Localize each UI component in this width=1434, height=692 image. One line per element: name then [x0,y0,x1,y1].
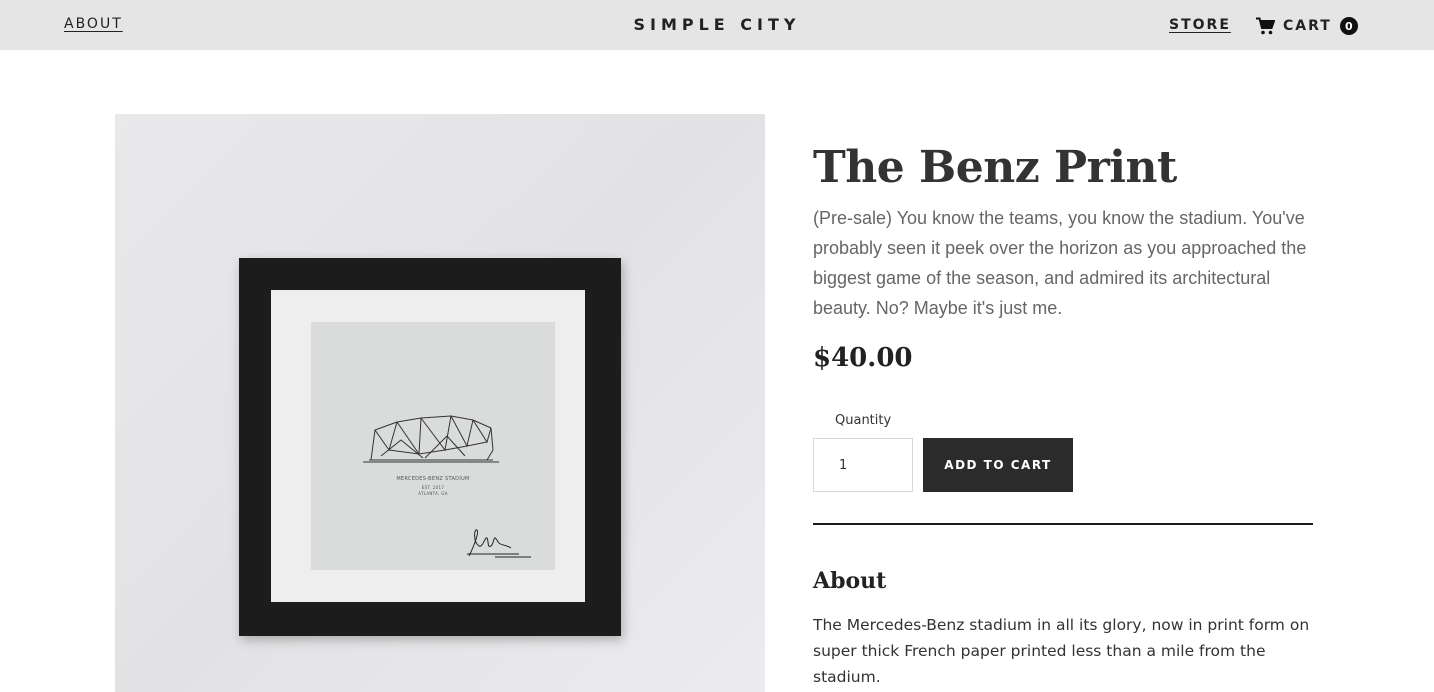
top-nav-bar: ABOUT SIMPLE CITY STORE CART 0 [0,0,1434,50]
about-text: The Mercedes-Benz stadium in all its glo… [813,616,1310,686]
print-caption: MERCEDES-BENZ STADIUM EST. 2017 ATLANTA,… [311,476,555,496]
cart-link[interactable]: CART 0 [1256,15,1358,37]
product-image[interactable]: MERCEDES-BENZ STADIUM EST. 2017 ATLANTA,… [115,114,765,692]
quantity-input[interactable] [813,438,913,492]
nav-store-link[interactable]: STORE [1169,17,1231,33]
picture-frame: MERCEDES-BENZ STADIUM EST. 2017 ATLANTA,… [239,258,621,636]
about-heading: About [813,568,887,594]
product-price: $40.00 [813,343,913,373]
quantity-label: Quantity [835,413,892,428]
nav-about-link[interactable]: ABOUT [64,16,123,32]
frame-mat: MERCEDES-BENZ STADIUM EST. 2017 ATLANTA,… [271,290,585,602]
product-title: The Benz Print [813,142,1177,193]
product-description: (Pre-sale) You know the teams, you know … [813,208,1307,318]
print-caption-line3: ATLANTA, GA [418,491,448,496]
add-to-cart-button[interactable]: ADD TO CART [923,438,1073,492]
print-caption-title: MERCEDES-BENZ STADIUM [396,476,470,482]
section-divider [813,523,1313,525]
print-paper: MERCEDES-BENZ STADIUM EST. 2017 ATLANTA,… [311,322,555,570]
signature-mark [467,529,531,558]
stadium-drawing [363,415,499,463]
print-caption-line2: EST. 2017 [421,485,445,490]
cart-label: CART [1283,18,1332,34]
cart-count-badge: 0 [1339,17,1358,35]
shopping-cart-icon [1256,17,1276,35]
